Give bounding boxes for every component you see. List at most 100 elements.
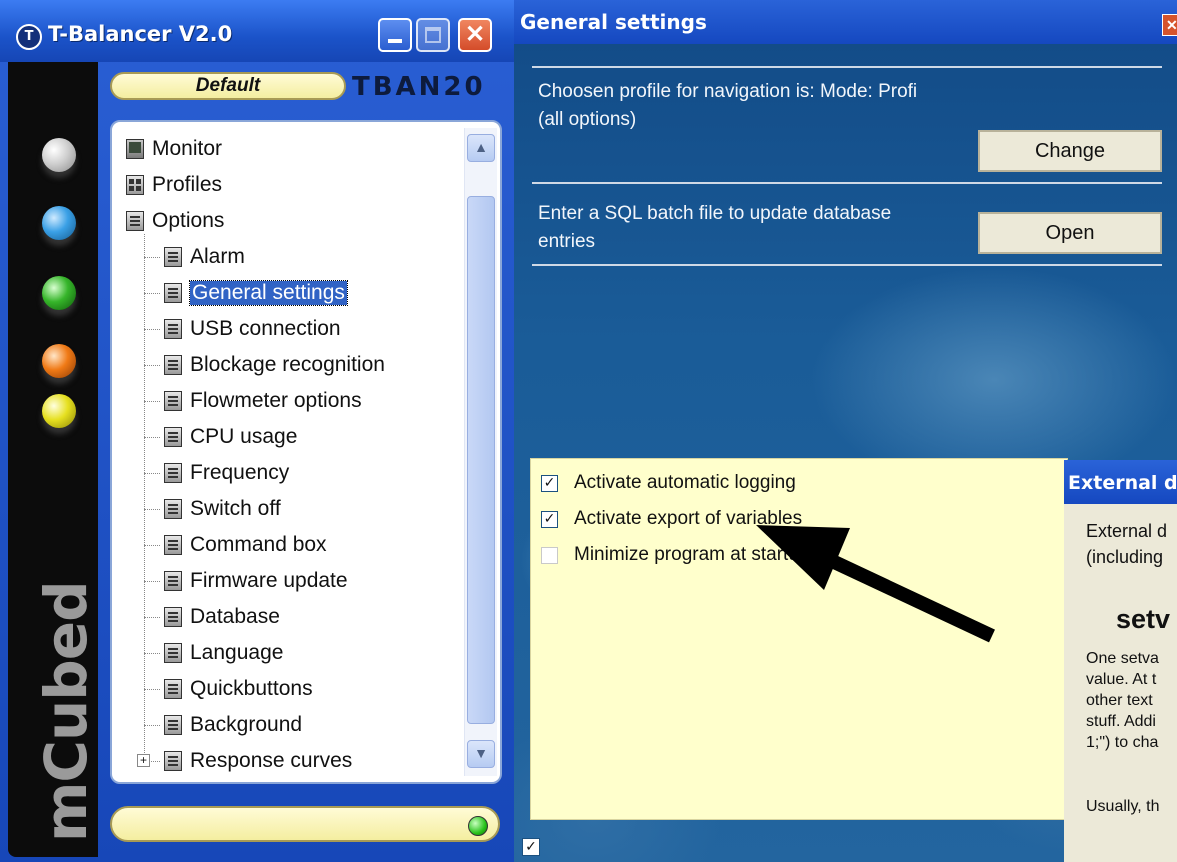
- tree-item-label: Flowmeter options: [190, 389, 362, 412]
- tree-item-label: General settings: [189, 280, 348, 306]
- scroll-up-button[interactable]: ▲: [467, 134, 495, 162]
- yellow-led-button[interactable]: [42, 394, 76, 428]
- sql-text-line2: entries: [538, 231, 596, 252]
- tree-item-options[interactable]: Options: [126, 206, 224, 236]
- profile-selector[interactable]: Default: [110, 72, 346, 100]
- export-variables-option[interactable]: ✓ Activate export of variables: [541, 505, 802, 533]
- minimize-button[interactable]: [378, 18, 412, 52]
- document-icon: [164, 499, 182, 519]
- orange-led-button[interactable]: [42, 344, 76, 378]
- tree-item-label: Language: [190, 641, 284, 664]
- divider: [532, 264, 1162, 266]
- tree-scrollbar[interactable]: ▲ ▼: [464, 128, 497, 776]
- tree-item-switch-off[interactable]: Switch off: [164, 494, 281, 524]
- close-button[interactable]: ✕: [458, 18, 492, 52]
- tree-item-label: Quickbuttons: [190, 677, 313, 700]
- tree-item-general-settings[interactable]: General settings: [164, 278, 348, 308]
- scroll-down-button[interactable]: ▼: [467, 740, 495, 768]
- tree-item-label: CPU usage: [190, 425, 298, 448]
- green-led-button[interactable]: [42, 276, 76, 310]
- document-icon: [164, 283, 182, 303]
- tree-item-label: Background: [190, 713, 303, 736]
- tree-item-language[interactable]: Language: [164, 638, 283, 668]
- tree-item-label: Alarm: [190, 245, 245, 268]
- document-icon: [164, 391, 182, 411]
- tree-item-usb-connection[interactable]: USB connection: [164, 314, 341, 344]
- tree-connector: [144, 329, 160, 330]
- blue-led-button[interactable]: [42, 206, 76, 240]
- tree-item-alarm[interactable]: Alarm: [164, 242, 245, 272]
- tree-connector: [144, 725, 160, 726]
- tree-connector: [144, 653, 160, 654]
- tbalancer-logo-icon: T: [16, 24, 42, 50]
- document-icon: [164, 643, 182, 663]
- tree-item-label: Firmware update: [190, 569, 348, 592]
- export-variables-label: Activate export of variables: [574, 508, 803, 529]
- tree-item-command-box[interactable]: Command box: [164, 530, 327, 560]
- document-icon: [164, 751, 182, 771]
- minimize-startup-checkbox[interactable]: [541, 546, 558, 564]
- tree-item-blockage-recognition[interactable]: Blockage recognition: [164, 350, 385, 380]
- automatic-logging-checkbox[interactable]: ✓: [541, 474, 558, 492]
- document-icon: [164, 571, 182, 591]
- tree-connector: [144, 689, 160, 690]
- tree-item-background[interactable]: Background: [164, 710, 302, 740]
- tree-item-cpu-usage[interactable]: CPU usage: [164, 422, 297, 452]
- maximize-button[interactable]: [416, 18, 450, 52]
- tree-item-response-curves[interactable]: Response curves: [164, 746, 352, 776]
- profile-text-line1: Choosen profile for navigation is: Mode:…: [538, 81, 918, 102]
- document-icon: [164, 427, 182, 447]
- external-data-heading: setv: [1116, 604, 1171, 634]
- general-settings-title: General settings: [520, 10, 707, 34]
- tree-item-database[interactable]: Database: [164, 602, 280, 632]
- tbalancer-titlebar[interactable]: T T-Balancer V2.0 ✕: [0, 0, 514, 62]
- document-icon: [164, 247, 182, 267]
- tree-item-label: Blockage recognition: [190, 353, 385, 376]
- tree-item-frequency[interactable]: Frequency: [164, 458, 289, 488]
- status-led-icon: [468, 816, 488, 836]
- tree-item-label: USB connection: [190, 317, 341, 340]
- tree-item-monitor[interactable]: Monitor: [126, 134, 222, 164]
- tree-connector: [144, 293, 160, 294]
- external-data-window: External d External d (including setv On…: [1064, 460, 1177, 862]
- general-settings-close-button[interactable]: ✕: [1162, 14, 1177, 36]
- external-data-title: External d: [1068, 472, 1177, 494]
- device-label: TBAN20: [352, 72, 486, 102]
- document-icon: [164, 463, 182, 483]
- tree-item-label: Frequency: [190, 461, 290, 484]
- automatic-logging-option[interactable]: ✓ Activate automatic logging: [541, 469, 796, 497]
- external-data-paragraph: One setva value. At t other text stuff. …: [1086, 650, 1159, 751]
- scroll-thumb[interactable]: [467, 196, 495, 724]
- monitor-icon: [126, 139, 144, 159]
- window-title: T-Balancer V2.0: [48, 22, 233, 46]
- white-led-button[interactable]: [42, 138, 76, 172]
- minimize-startup-option[interactable]: Minimize program at startup: [541, 541, 809, 569]
- tree-connector: [144, 401, 160, 402]
- external-data-usually: Usually, th: [1086, 798, 1160, 815]
- tree-item-profiles[interactable]: Profiles: [126, 170, 222, 200]
- profile-text-line2: (all options): [538, 109, 637, 130]
- divider: [532, 182, 1162, 184]
- status-bar: [110, 806, 500, 842]
- document-icon: [164, 319, 182, 339]
- change-button[interactable]: Change: [978, 130, 1162, 172]
- tree-connector: [144, 545, 160, 546]
- open-button[interactable]: Open: [978, 212, 1162, 254]
- external-data-titlebar[interactable]: External d: [1064, 460, 1177, 504]
- document-icon: [164, 607, 182, 627]
- tree-item-flowmeter-options[interactable]: Flowmeter options: [164, 386, 362, 416]
- bottom-checkbox[interactable]: ✓: [522, 838, 540, 856]
- tree-connector: [144, 365, 160, 366]
- general-settings-titlebar[interactable]: General settings ✕: [514, 0, 1177, 44]
- tree-item-quickbuttons[interactable]: Quickbuttons: [164, 674, 313, 704]
- automatic-logging-label: Activate automatic logging: [574, 472, 796, 493]
- tree-item-firmware-update[interactable]: Firmware update: [164, 566, 348, 596]
- tree-item-label: Switch off: [190, 497, 281, 520]
- expand-toggle[interactable]: +: [137, 754, 150, 767]
- tree-item-label: Monitor: [152, 137, 223, 160]
- minimize-startup-label: Minimize program at startup: [574, 544, 810, 565]
- led-sidebar: mCubed: [8, 62, 100, 857]
- profiles-icon: [126, 175, 144, 195]
- sql-text-line1: Enter a SQL batch file to update databas…: [538, 203, 892, 224]
- export-variables-checkbox[interactable]: ✓: [541, 510, 558, 528]
